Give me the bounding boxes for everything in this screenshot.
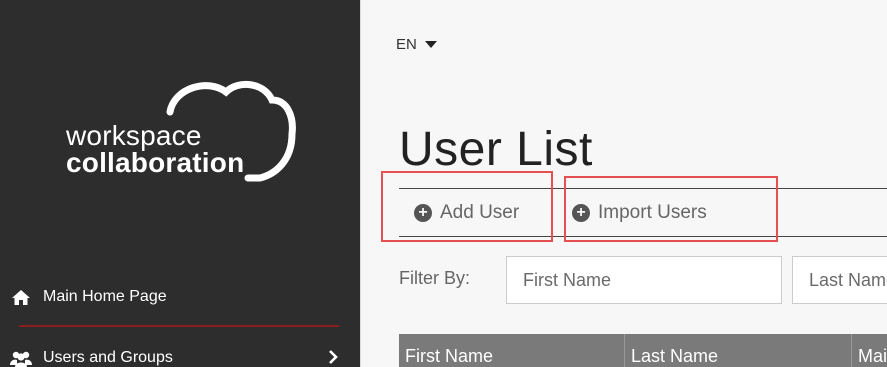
sidebar-item-users-and-groups[interactable]: Users and Groups: [10, 343, 350, 367]
chevron-right-icon: [328, 350, 338, 367]
language-selector[interactable]: EN: [396, 36, 437, 53]
logo-text-line2: collaboration: [66, 147, 245, 178]
column-header-last-name[interactable]: Last Name: [625, 334, 852, 367]
caret-down-icon: [424, 41, 437, 48]
column-header-mail[interactable]: Mail: [852, 334, 887, 367]
page-title: User List: [399, 123, 593, 176]
language-label: EN: [396, 36, 417, 53]
sidebar-item-label: Main Home Page: [43, 288, 167, 305]
highlight-box-add-user: [381, 171, 553, 242]
users-icon: [10, 349, 32, 367]
user-table-header: First Name Last Name Mail: [399, 334, 887, 367]
column-header-first-name[interactable]: First Name: [399, 334, 625, 367]
nav-divider: [19, 325, 339, 327]
home-icon: [10, 288, 32, 306]
sidebar: workspace collaboration Main Home Page U…: [0, 0, 360, 367]
sidebar-item-label: Users and Groups: [43, 349, 173, 366]
main-content: EN User List + Add User + Import Users F…: [360, 0, 887, 367]
workspace-collaboration-logo: workspace collaboration: [66, 78, 306, 198]
highlight-box-import-users: [564, 176, 778, 242]
filter-label: Filter By:: [399, 268, 471, 288]
first-name-filter-input[interactable]: [506, 256, 782, 304]
last-name-filter-input[interactable]: [792, 256, 887, 304]
sidebar-item-main-home[interactable]: Main Home Page: [10, 282, 350, 312]
